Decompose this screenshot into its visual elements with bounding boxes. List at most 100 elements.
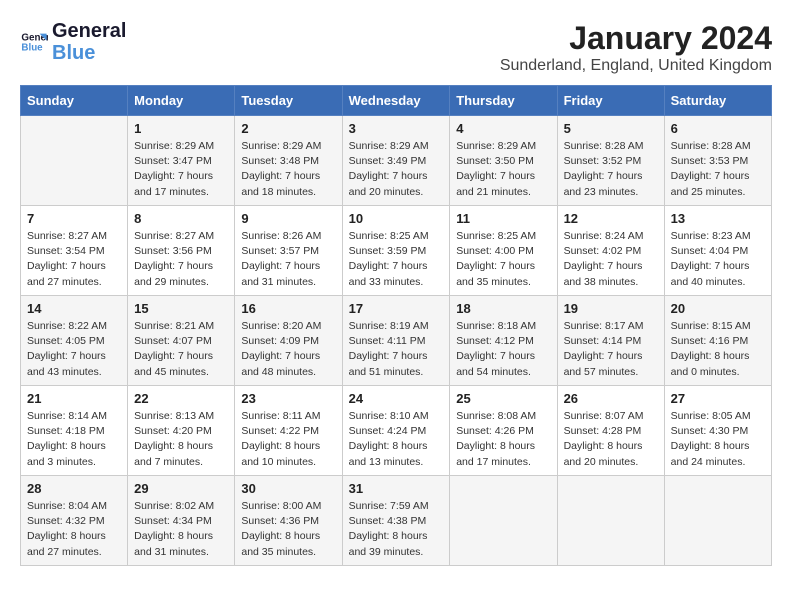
weekday-header-monday: Monday: [128, 86, 235, 116]
day-info: Sunrise: 8:28 AM Sunset: 3:52 PM Dayligh…: [564, 139, 658, 200]
day-number: 9: [241, 211, 335, 226]
day-number: 21: [27, 391, 121, 406]
day-number: 5: [564, 121, 658, 136]
title-block: January 2024 Sunderland, England, United…: [500, 20, 772, 75]
day-number: 11: [456, 211, 550, 226]
day-number: 18: [456, 301, 550, 316]
month-year-title: January 2024: [500, 20, 772, 57]
calendar-cell: 18Sunrise: 8:18 AM Sunset: 4:12 PM Dayli…: [450, 296, 557, 386]
day-number: 28: [27, 481, 121, 496]
calendar-cell: 23 Sunrise: 8:11 AM Sunset: 4:22 PM Dayli…: [235, 386, 342, 476]
svg-text:Blue: Blue: [21, 42, 43, 53]
day-number: 17: [349, 301, 444, 316]
calendar-cell: 4 Sunrise: 8:29 AM Sunset: 3:50 PM Daylig…: [450, 116, 557, 206]
weekday-header-sunday: Sunday: [21, 86, 128, 116]
day-number: 13: [671, 211, 765, 226]
day-info: Sunrise: 8:20 AM Sunset: 4:09 PM Dayligh…: [241, 319, 335, 380]
day-number: 31: [349, 481, 444, 496]
day-number: 8: [134, 211, 228, 226]
calendar-week-3: 14Sunrise: 8:22 AM Sunset: 4:05 PM Dayli…: [21, 296, 772, 386]
logo: General Blue General Blue: [20, 20, 126, 64]
day-info: Sunrise: 8:05 AM Sunset: 4:30 PM Dayligh…: [671, 409, 765, 470]
calendar-cell: 14Sunrise: 8:22 AM Sunset: 4:05 PM Dayli…: [21, 296, 128, 386]
day-number: 14: [27, 301, 121, 316]
day-info: Sunrise: 7:59 AM Sunset: 4:38 PM Dayligh…: [349, 499, 444, 560]
calendar-cell: 16Sunrise: 8:20 AM Sunset: 4:09 PM Dayli…: [235, 296, 342, 386]
calendar-cell: [664, 476, 771, 566]
day-info: Sunrise: 8:25 AM Sunset: 4:00 PM Dayligh…: [456, 229, 550, 290]
day-number: 10: [349, 211, 444, 226]
logo-icon: General Blue: [20, 28, 48, 56]
day-number: 20: [671, 301, 765, 316]
calendar-cell: 15 Sunrise: 8:21 AM Sunset: 4:07 PM Dayli…: [128, 296, 235, 386]
day-number: 3: [349, 121, 444, 136]
day-info: Sunrise: 8:29 AM Sunset: 3:48 PM Dayligh…: [241, 139, 335, 200]
weekday-header-saturday: Saturday: [664, 86, 771, 116]
day-info: Sunrise: 8:29 AM Sunset: 3:49 PM Dayligh…: [349, 139, 444, 200]
day-number: 30: [241, 481, 335, 496]
day-info: Sunrise: 8:02 AM Sunset: 4:34 PM Dayligh…: [134, 499, 228, 560]
day-number: 26: [564, 391, 658, 406]
weekday-header-wednesday: Wednesday: [342, 86, 450, 116]
calendar-cell: 26 Sunrise: 8:07 AM Sunset: 4:28 PM Dayli…: [557, 386, 664, 476]
day-info: Sunrise: 8:07 AM Sunset: 4:28 PM Dayligh…: [564, 409, 658, 470]
day-info: Sunrise: 8:23 AM Sunset: 4:04 PM Dayligh…: [671, 229, 765, 290]
day-number: 2: [241, 121, 335, 136]
weekday-header-row: SundayMondayTuesdayWednesdayThursdayFrid…: [21, 86, 772, 116]
location-subtitle: Sunderland, England, United Kingdom: [500, 57, 772, 75]
day-number: 4: [456, 121, 550, 136]
day-info: Sunrise: 8:19 AM Sunset: 4:11 PM Dayligh…: [349, 319, 444, 380]
calendar-cell: 11 Sunrise: 8:25 AM Sunset: 4:00 PM Dayli…: [450, 206, 557, 296]
calendar-cell: 21 Sunrise: 8:14 AM Sunset: 4:18 PM Dayli…: [21, 386, 128, 476]
day-number: 24: [349, 391, 444, 406]
calendar-cell: 12Sunrise: 8:24 AM Sunset: 4:02 PM Dayli…: [557, 206, 664, 296]
day-info: Sunrise: 8:29 AM Sunset: 3:50 PM Dayligh…: [456, 139, 550, 200]
day-info: Sunrise: 8:08 AM Sunset: 4:26 PM Dayligh…: [456, 409, 550, 470]
calendar-cell: 24 Sunrise: 8:10 AM Sunset: 4:24 PM Dayli…: [342, 386, 450, 476]
day-info: Sunrise: 8:04 AM Sunset: 4:32 PM Dayligh…: [27, 499, 121, 560]
calendar-cell: 13 Sunrise: 8:23 AM Sunset: 4:04 PM Dayli…: [664, 206, 771, 296]
day-info: Sunrise: 8:17 AM Sunset: 4:14 PM Dayligh…: [564, 319, 658, 380]
day-info: Sunrise: 8:10 AM Sunset: 4:24 PM Dayligh…: [349, 409, 444, 470]
calendar-cell: 27Sunrise: 8:05 AM Sunset: 4:30 PM Dayli…: [664, 386, 771, 476]
calendar-cell: 5 Sunrise: 8:28 AM Sunset: 3:52 PM Daylig…: [557, 116, 664, 206]
calendar-week-2: 7 Sunrise: 8:27 AM Sunset: 3:54 PM Daylig…: [21, 206, 772, 296]
calendar-week-5: 28 Sunrise: 8:04 AM Sunset: 4:32 PM Dayli…: [21, 476, 772, 566]
day-info: Sunrise: 8:25 AM Sunset: 3:59 PM Dayligh…: [349, 229, 444, 290]
day-info: Sunrise: 8:26 AM Sunset: 3:57 PM Dayligh…: [241, 229, 335, 290]
day-info: Sunrise: 8:00 AM Sunset: 4:36 PM Dayligh…: [241, 499, 335, 560]
calendar-cell: 10 Sunrise: 8:25 AM Sunset: 3:59 PM Dayli…: [342, 206, 450, 296]
calendar-cell: 31 Sunrise: 7:59 AM Sunset: 4:38 PM Dayli…: [342, 476, 450, 566]
calendar-header: SundayMondayTuesdayWednesdayThursdayFrid…: [21, 86, 772, 116]
calendar-cell: 2 Sunrise: 8:29 AM Sunset: 3:48 PM Daylig…: [235, 116, 342, 206]
calendar-cell: 6Sunrise: 8:28 AM Sunset: 3:53 PM Daylig…: [664, 116, 771, 206]
calendar-cell: 9 Sunrise: 8:26 AM Sunset: 3:57 PM Daylig…: [235, 206, 342, 296]
day-info: Sunrise: 8:14 AM Sunset: 4:18 PM Dayligh…: [27, 409, 121, 470]
calendar-cell: 22 Sunrise: 8:13 AM Sunset: 4:20 PM Dayli…: [128, 386, 235, 476]
day-info: Sunrise: 8:15 AM Sunset: 4:16 PM Dayligh…: [671, 319, 765, 380]
calendar-week-1: 1Sunrise: 8:29 AM Sunset: 3:47 PM Daylig…: [21, 116, 772, 206]
weekday-header-thursday: Thursday: [450, 86, 557, 116]
day-number: 15: [134, 301, 228, 316]
calendar-cell: [450, 476, 557, 566]
calendar-week-4: 21 Sunrise: 8:14 AM Sunset: 4:18 PM Dayli…: [21, 386, 772, 476]
calendar-cell: 29Sunrise: 8:02 AM Sunset: 4:34 PM Dayli…: [128, 476, 235, 566]
day-info: Sunrise: 8:11 AM Sunset: 4:22 PM Dayligh…: [241, 409, 335, 470]
day-info: Sunrise: 8:21 AM Sunset: 4:07 PM Dayligh…: [134, 319, 228, 380]
calendar-cell: 3 Sunrise: 8:29 AM Sunset: 3:49 PM Daylig…: [342, 116, 450, 206]
calendar-cell: 28 Sunrise: 8:04 AM Sunset: 4:32 PM Dayli…: [21, 476, 128, 566]
day-number: 22: [134, 391, 228, 406]
calendar-cell: [557, 476, 664, 566]
calendar-cell: 19Sunrise: 8:17 AM Sunset: 4:14 PM Dayli…: [557, 296, 664, 386]
day-info: Sunrise: 8:28 AM Sunset: 3:53 PM Dayligh…: [671, 139, 765, 200]
day-info: Sunrise: 8:27 AM Sunset: 3:54 PM Dayligh…: [27, 229, 121, 290]
weekday-header-tuesday: Tuesday: [235, 86, 342, 116]
calendar-cell: 7 Sunrise: 8:27 AM Sunset: 3:54 PM Daylig…: [21, 206, 128, 296]
page-header: General Blue General Blue January 2024 S…: [20, 20, 772, 75]
day-info: Sunrise: 8:13 AM Sunset: 4:20 PM Dayligh…: [134, 409, 228, 470]
calendar-cell: 8 Sunrise: 8:27 AM Sunset: 3:56 PM Daylig…: [128, 206, 235, 296]
day-number: 7: [27, 211, 121, 226]
day-info: Sunrise: 8:27 AM Sunset: 3:56 PM Dayligh…: [134, 229, 228, 290]
day-number: 23: [241, 391, 335, 406]
day-info: Sunrise: 8:29 AM Sunset: 3:47 PM Dayligh…: [134, 139, 228, 200]
